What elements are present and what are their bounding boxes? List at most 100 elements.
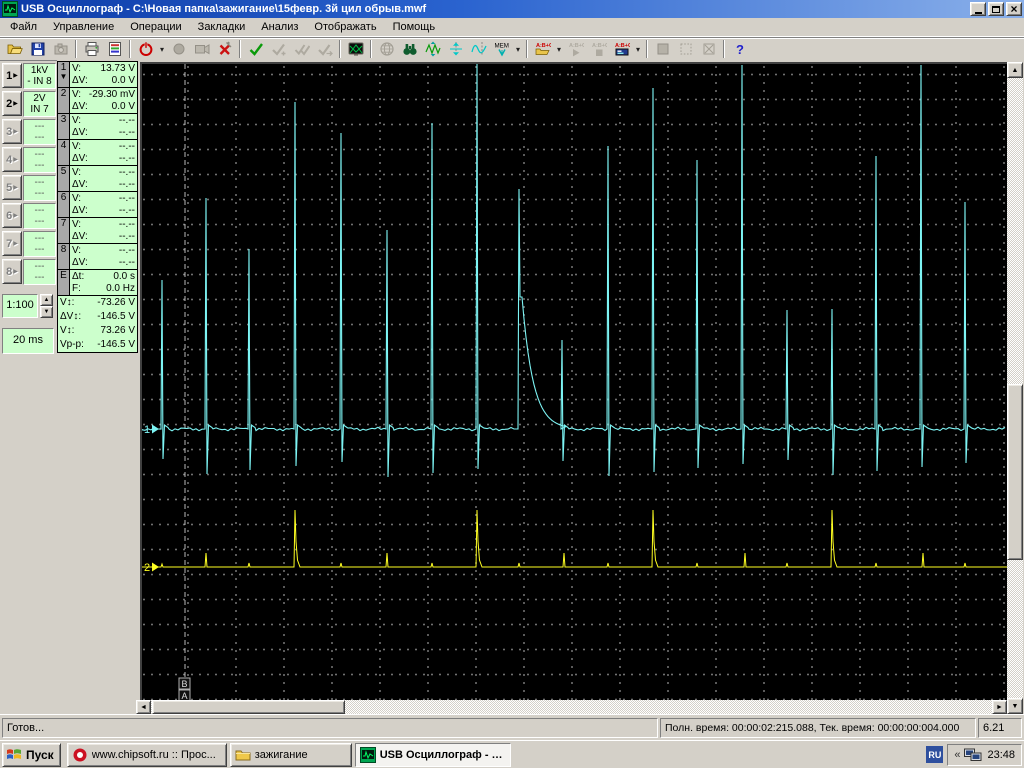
- ch2-trace: [142, 510, 1007, 567]
- sqdot-icon: [678, 41, 694, 57]
- power-button-dropdown[interactable]: ▾: [157, 39, 167, 60]
- svg-text:?: ?: [736, 42, 744, 57]
- display-mode-button[interactable]: [344, 39, 367, 60]
- toolbar-separator: [370, 40, 372, 58]
- abcpanel-icon: A:B+C: [614, 41, 630, 57]
- ratio-down-button[interactable]: ▼: [40, 306, 53, 318]
- channel-3-range[interactable]: ------: [23, 119, 56, 145]
- horizontal-scrollbar[interactable]: ◄ ►: [136, 700, 1007, 714]
- channel-6-button[interactable]: 6▶: [2, 203, 22, 228]
- channel-2-range[interactable]: 2VIN 7: [23, 91, 56, 117]
- open-file-button[interactable]: [3, 39, 26, 60]
- cursorv-icon: [448, 41, 464, 57]
- oscilloscope-display[interactable]: BA12: [140, 62, 1007, 700]
- channel-6-range[interactable]: ------: [23, 203, 56, 229]
- language-indicator[interactable]: RU: [926, 746, 943, 763]
- menu-item-2[interactable]: Управление: [45, 19, 122, 35]
- help-button[interactable]: ?: [728, 39, 751, 60]
- menu-item-4[interactable]: Закладки: [190, 19, 254, 35]
- menu-item-7[interactable]: Помощь: [385, 19, 444, 35]
- sqx-icon: [701, 41, 717, 57]
- measure-channel-number: 6: [58, 192, 70, 217]
- scroll-up-button[interactable]: ▲: [1007, 62, 1023, 78]
- print-icon: [84, 41, 100, 57]
- measurement-panel: 1▼V:13.73 VΔV:0.0 V2V:-29.30 mVΔV:0.0 V3…: [57, 61, 138, 353]
- network-tray-icon[interactable]: [964, 748, 982, 762]
- menu-item-6[interactable]: Отображать: [306, 19, 384, 35]
- channel-8-button[interactable]: 8▶: [2, 259, 22, 284]
- channel-4-button[interactable]: 4▶: [2, 147, 22, 172]
- clear-button[interactable]: [213, 39, 236, 60]
- apply-button[interactable]: [244, 39, 267, 60]
- scroll-left-button[interactable]: ◄: [136, 700, 151, 714]
- vertical-scrollbar[interactable]: ▲ ▼: [1007, 62, 1023, 714]
- menu-item-1[interactable]: Файл: [2, 19, 45, 35]
- channel-7-button[interactable]: 7▶: [2, 231, 22, 256]
- scroll-right-button[interactable]: ►: [992, 700, 1007, 714]
- close-button[interactable]: ×: [1006, 2, 1022, 16]
- restore-button[interactable]: [988, 2, 1004, 16]
- export-fragment-button: [49, 39, 72, 60]
- memory-button-dropdown[interactable]: ▾: [513, 39, 523, 60]
- autofit-button[interactable]: [421, 39, 444, 60]
- channel-5-button[interactable]: 5▶: [2, 175, 22, 200]
- probe-ratio-field[interactable]: 1:100: [2, 294, 38, 318]
- search-button[interactable]: [398, 39, 421, 60]
- pagecolor-icon: [107, 41, 123, 57]
- compare-open-button-dropdown[interactable]: ▾: [554, 39, 564, 60]
- compare-open-button[interactable]: A:B+C: [531, 39, 554, 60]
- toolbar-separator: [723, 40, 725, 58]
- display-icon: [348, 41, 364, 57]
- wave-measure-button[interactable]: [467, 39, 490, 60]
- scroll-up-icon: ▲: [1012, 67, 1019, 74]
- power-button[interactable]: [134, 39, 157, 60]
- measure-channel-number: 8: [58, 244, 70, 269]
- menu-item-5[interactable]: Анализ: [253, 19, 306, 35]
- measure-channel-number: 5: [58, 166, 70, 191]
- task-button-2[interactable]: зажигание: [230, 743, 352, 767]
- channel-7-range[interactable]: ------: [23, 231, 56, 257]
- memory-button[interactable]: MEM: [490, 39, 513, 60]
- display-setup-button[interactable]: [103, 39, 126, 60]
- channel-arrow-icon: ▶: [13, 212, 18, 219]
- compare-play-button: A:B+C: [564, 39, 587, 60]
- scroll-down-button[interactable]: ▼: [1007, 698, 1023, 714]
- measure-row-E: EΔt:0.0 sF:0.0 Hz: [58, 270, 137, 296]
- tray-chevron-icon[interactable]: «: [954, 749, 960, 761]
- toolbar-separator: [339, 40, 341, 58]
- task-button-3[interactable]: USB Осциллограф - C...: [355, 743, 511, 767]
- measure-row-5: 5V:--.--ΔV:--.--: [58, 166, 137, 192]
- channel-3-button[interactable]: 3▶: [2, 119, 22, 144]
- compare-panel-button[interactable]: A:B+C: [610, 39, 633, 60]
- cursor-measure-3: V↕:73.26 V: [58, 324, 137, 338]
- restore-icon: [992, 6, 1000, 13]
- measure-row-1: 1▼V:13.73 VΔV:0.0 V: [58, 62, 137, 88]
- start-button[interactable]: Пуск: [2, 743, 61, 767]
- channel-arrow-icon: ▶: [13, 128, 18, 135]
- channel-8-range[interactable]: ------: [23, 259, 56, 285]
- minimize-button[interactable]: [970, 2, 986, 16]
- channel-1-button[interactable]: 1▶: [2, 63, 22, 88]
- channel-1-range[interactable]: 1kV- IN 8: [23, 63, 56, 89]
- cursor-measure-1: V↕:-73.26 V: [58, 296, 137, 310]
- cursor-measure-button[interactable]: [444, 39, 467, 60]
- task-button-1[interactable]: www.chipsoft.ru :: Прос...: [67, 743, 227, 767]
- ratio-up-button[interactable]: ▲: [40, 294, 53, 306]
- channel-5-range[interactable]: ------: [23, 175, 56, 201]
- cursor-measure-2: ΔV↕:-146.5 V: [58, 310, 137, 324]
- vertical-scroll-thumb[interactable]: [1007, 384, 1023, 560]
- horizontal-scroll-thumb[interactable]: [152, 700, 345, 714]
- print-button[interactable]: [80, 39, 103, 60]
- camera-icon: [53, 41, 69, 57]
- channel-4-range[interactable]: ------: [23, 147, 56, 173]
- menu-item-3[interactable]: Операции: [122, 19, 189, 35]
- compare-panel-button-dropdown[interactable]: ▾: [633, 39, 643, 60]
- channel-1-marker[interactable]: 1: [144, 424, 150, 436]
- measure-row-6: 6V:--.--ΔV:--.--: [58, 192, 137, 218]
- save-file-button[interactable]: [26, 39, 49, 60]
- channel-2-button[interactable]: 2▶: [2, 91, 22, 116]
- measure-channel-number: 1▼: [58, 62, 70, 87]
- channel-2-marker[interactable]: 2: [144, 562, 150, 574]
- timebase-field[interactable]: 20 ms: [2, 328, 54, 354]
- measure-channel-number: 7: [58, 218, 70, 243]
